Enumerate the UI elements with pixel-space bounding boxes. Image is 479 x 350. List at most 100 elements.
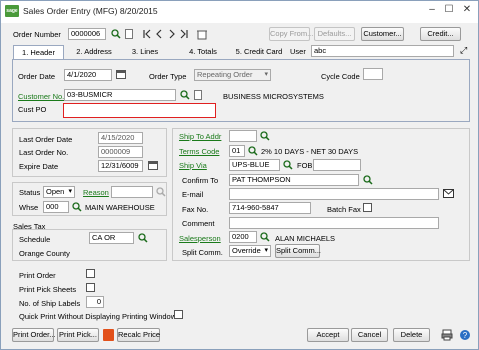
batch-fax-checkbox[interactable] [363,203,372,212]
expire-date-label: Expire Date [19,162,59,171]
reason-field[interactable] [111,186,153,198]
ship-via-field[interactable]: UPS-BLUE [229,159,280,171]
office-icon[interactable] [103,329,114,341]
expand-icon[interactable]: ⤢ [460,45,467,56]
record-navigation-icon[interactable] [142,28,192,40]
confirm-to-lookup-icon[interactable] [363,175,373,185]
sales-order-window: sage Sales Order Entry (MFG) 8/20/2015 –… [0,0,479,350]
tab-lines[interactable]: 3. Lines [125,45,165,59]
fob-field[interactable] [313,159,361,171]
reason-lookup-icon[interactable] [156,187,166,197]
ship-labels-field[interactable]: 0 [86,296,104,308]
help-icon[interactable]: ? [459,329,471,341]
user-label: User [290,47,306,56]
cancel-button[interactable]: Cancel [351,328,388,342]
order-date-field[interactable]: 4/1/2020 [64,69,112,81]
print-pick-checkbox[interactable] [86,283,95,292]
ship-labels-label: No. of Ship Labels [19,299,81,308]
terms-description: 2% 10 DAYS - NET 30 DAYS [261,147,359,156]
salesperson-lookup-icon[interactable] [260,232,270,242]
print-order-label: Print Order [19,271,56,280]
delete-button[interactable]: Delete [393,328,430,342]
recalc-price-button[interactable]: Recalc Price [117,328,160,342]
status-select[interactable]: Open [43,186,75,198]
email-envelope-icon[interactable] [443,189,454,198]
ship-via-link[interactable]: Ship Via [179,161,207,170]
printer-icon[interactable] [441,329,453,341]
whse-field[interactable]: 000 [43,201,69,213]
confirm-to-label: Confirm To [182,176,219,185]
split-comm-select[interactable]: Override [229,245,271,257]
tab-header[interactable]: 1. Header [13,45,64,59]
accept-button[interactable]: Accept [307,328,349,342]
defaults-button[interactable]: Defaults... [314,27,355,41]
minimize-button[interactable]: – [426,4,438,15]
customer-button[interactable]: Customer... [361,27,404,41]
ship-via-lookup-icon[interactable] [283,160,293,170]
user-field[interactable]: abc [311,45,454,57]
split-comm-label: Split Comm. [182,248,223,257]
cycle-code-field[interactable] [363,68,383,80]
last-order-no-label: Last Order No. [19,148,69,157]
customer-no-link[interactable]: Customer No. [18,92,64,101]
copy-from-button[interactable]: Copy From... [269,27,313,41]
print-order-checkbox[interactable] [86,269,95,278]
reason-link[interactable]: Reason [83,188,109,197]
schedule-field[interactable]: CA OR [89,232,134,244]
order-type-select[interactable]: Repeating Order [194,69,271,81]
delete-record-icon[interactable] [196,28,208,40]
quick-print-label: Quick Print Without Displaying Printing … [19,312,177,321]
comment-label: Comment [182,219,215,228]
schedule-label: Schedule [19,235,51,244]
last-order-date-label: Last Order Date [19,135,73,144]
batch-fax-label: Batch Fax [327,205,361,214]
customer-no-field[interactable]: 03-BUSMICR [64,89,176,101]
tab-totals[interactable]: 4. Totals [183,45,223,59]
email-field[interactable] [229,188,439,200]
email-label: E-mail [182,190,204,199]
terms-code-field[interactable]: 01 [229,145,245,157]
cust-po-label: Cust PO [18,105,47,114]
salesperson-field[interactable]: 0200 [229,231,257,243]
credit-button[interactable]: Credit... [420,27,461,41]
fax-label: Fax No. [182,205,209,214]
fob-label: FOB [297,161,313,170]
quick-print-checkbox[interactable] [174,310,183,319]
title-bar: sage Sales Order Entry (MFG) 8/20/2015 –… [1,1,478,23]
last-order-no-field: 0000009 [98,146,143,158]
fax-field[interactable]: 714-960-5847 [229,202,311,214]
terms-lookup-icon[interactable] [248,146,258,156]
confirm-to-field[interactable]: PAT THOMPSON [229,174,359,186]
close-button[interactable]: ✕ [461,4,473,15]
tab-credit-card[interactable]: 5. Credit Card [233,45,285,59]
terms-code-link[interactable]: Terms Code [179,147,219,156]
cust-po-field[interactable] [63,103,216,118]
window-title: Sales Order Entry (MFG) 8/20/2015 [23,6,158,16]
expire-calendar-icon[interactable] [148,161,158,170]
customer-lookup-icon[interactable] [180,90,190,100]
order-number-field[interactable]: 0000006 [68,28,106,40]
svg-text:?: ? [463,331,468,340]
salesperson-name: ALAN MICHAELS [275,234,336,243]
ship-to-link[interactable]: Ship To Addr [179,132,221,141]
ship-to-field[interactable] [229,130,257,142]
schedule-lookup-icon[interactable] [138,233,148,243]
order-lookup-icon[interactable] [111,29,121,39]
order-date-label: Order Date [18,72,56,81]
ship-to-lookup-icon[interactable] [260,131,270,141]
split-comm-button[interactable]: Split Comm... [275,244,321,258]
customer-name: BUSINESS MICROSYSTEMS [223,92,324,101]
comment-field[interactable] [229,217,439,229]
cycle-code-label: Cycle Code [321,72,360,81]
calendar-icon[interactable] [116,70,126,79]
tab-address[interactable]: 2. Address [71,45,117,59]
expire-date-field[interactable]: 12/31/6009 [98,160,143,172]
print-order-button[interactable]: Print Order... [12,328,56,342]
whse-lookup-icon[interactable] [72,202,82,212]
maximize-button[interactable]: ☐ [443,4,455,15]
document-icon[interactable] [125,29,133,39]
print-pick-button[interactable]: Print Pick... [57,328,99,342]
last-order-date-field: 4/15/2020 [98,132,143,144]
customer-memo-icon[interactable] [194,90,202,100]
salesperson-link[interactable]: Salesperson [179,234,221,243]
